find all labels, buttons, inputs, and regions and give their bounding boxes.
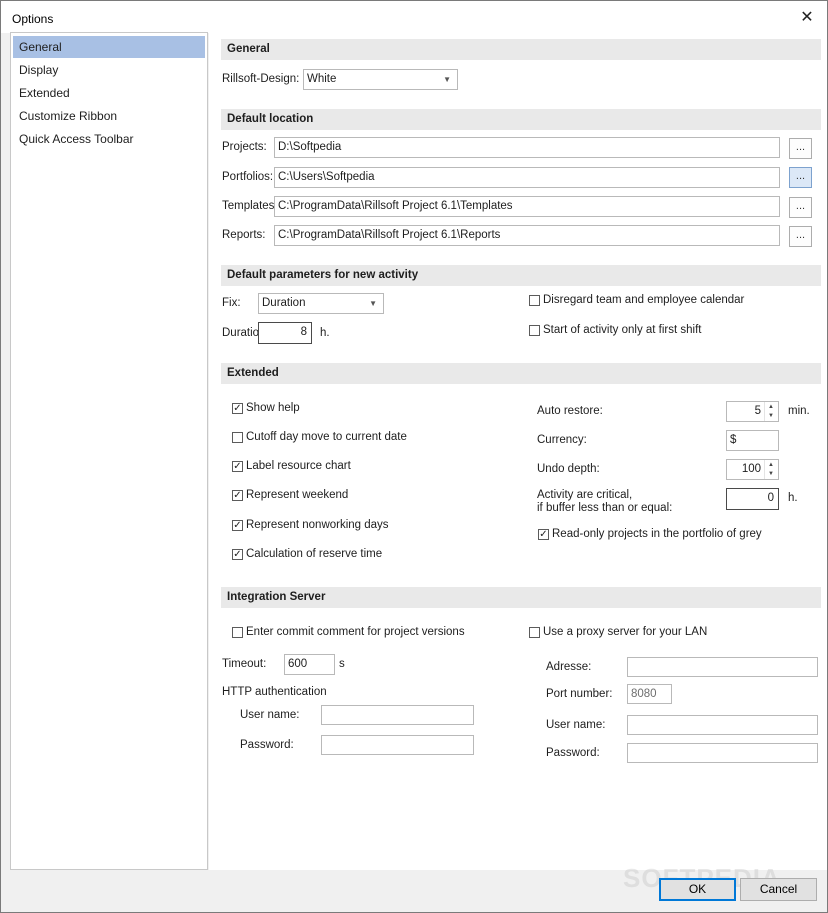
- fix-label: Fix:: [222, 297, 241, 309]
- portfolios-path-field[interactable]: C:\Users\Softpedia: [274, 167, 780, 188]
- critical-buffer-field[interactable]: 0: [726, 488, 779, 510]
- http-password-label: Password:: [240, 739, 294, 751]
- timeout-field[interactable]: 600: [284, 654, 335, 675]
- reports-browse-button[interactable]: ...: [789, 226, 812, 247]
- auto-restore-label: Auto restore:: [537, 405, 603, 417]
- section-extended: Extended: [221, 363, 821, 384]
- nav-item-quick-access-toolbar[interactable]: Quick Access Toolbar: [13, 128, 205, 150]
- stepper-arrows[interactable]: ▲ ▼: [764, 402, 778, 421]
- represent-weekend-label: Represent weekend: [246, 489, 349, 501]
- http-user-field[interactable]: [321, 705, 474, 725]
- currency-field[interactable]: $: [726, 430, 779, 451]
- reports-label: Reports:: [222, 229, 266, 241]
- chevron-down-icon: ▼: [443, 75, 451, 84]
- duration-unit: h.: [320, 327, 330, 339]
- portfolios-label: Portfolios:: [222, 171, 274, 183]
- projects-browse-button[interactable]: ...: [789, 138, 812, 159]
- stepper-arrows[interactable]: ▲ ▼: [764, 460, 778, 479]
- proxy-password-label: Password:: [546, 747, 600, 759]
- spin-up-icon[interactable]: ▲: [768, 404, 774, 410]
- timeout-unit: s: [339, 658, 345, 670]
- category-list: General Display Extended Customize Ribbo…: [10, 32, 208, 870]
- currency-label: Currency:: [537, 434, 587, 446]
- cutoff-day-label: Cutoff day move to current date: [246, 431, 407, 443]
- reports-path-field[interactable]: C:\ProgramData\Rillsoft Project 6.1\Repo…: [274, 225, 780, 246]
- section-default-location: Default location: [221, 109, 821, 130]
- first-shift-checkbox[interactable]: [529, 325, 540, 336]
- critical-label-line2: if buffer less than or equal:: [537, 502, 673, 514]
- cutoff-day-checkbox[interactable]: [232, 432, 243, 443]
- http-auth-label: HTTP authentication: [222, 686, 327, 698]
- design-value: White: [307, 73, 337, 85]
- proxy-checkbox[interactable]: [529, 627, 540, 638]
- options-dialog: Options ✕ General Display Extended Custo…: [0, 0, 828, 913]
- adresse-label: Adresse:: [546, 661, 592, 673]
- represent-nonworking-label: Represent nonworking days: [246, 519, 389, 531]
- label-resource-chart-checkbox[interactable]: ✓: [232, 461, 243, 472]
- timeout-label: Timeout:: [222, 658, 267, 670]
- portfolios-browse-button[interactable]: ...: [789, 167, 812, 188]
- window-title: Options: [12, 12, 54, 26]
- auto-restore-stepper[interactable]: 5 ▲ ▼: [726, 401, 779, 422]
- projects-label: Projects:: [222, 141, 267, 153]
- commit-comment-label: Enter commit comment for project version…: [246, 626, 465, 638]
- undo-depth-stepper[interactable]: 100 ▲ ▼: [726, 459, 779, 480]
- cancel-button[interactable]: Cancel: [740, 878, 817, 901]
- port-field[interactable]: 8080: [627, 684, 672, 704]
- reserve-time-label: Calculation of reserve time: [246, 548, 383, 560]
- represent-nonworking-checkbox[interactable]: ✓: [232, 520, 243, 531]
- commit-comment-checkbox[interactable]: [232, 627, 243, 638]
- proxy-user-label: User name:: [546, 719, 606, 731]
- nav-item-extended[interactable]: Extended: [13, 82, 205, 104]
- ok-button[interactable]: OK: [659, 878, 736, 901]
- auto-restore-value: 5: [754, 405, 761, 417]
- adresse-field[interactable]: [627, 657, 818, 677]
- proxy-user-field[interactable]: [627, 715, 818, 735]
- proxy-password-field[interactable]: [627, 743, 818, 763]
- fix-dropdown[interactable]: Duration ▼: [258, 293, 384, 314]
- duration-field[interactable]: 8: [258, 322, 312, 344]
- nav-item-general[interactable]: General: [13, 36, 205, 58]
- fix-value: Duration: [262, 297, 306, 309]
- section-integration-server: Integration Server: [221, 587, 821, 608]
- chevron-down-icon: ▼: [369, 299, 377, 308]
- critical-buffer-unit: h.: [788, 492, 798, 504]
- title-bar: Options ✕: [1, 1, 827, 33]
- design-dropdown[interactable]: White ▼: [303, 69, 458, 90]
- readonly-grey-checkbox[interactable]: ✓: [538, 529, 549, 540]
- http-password-field[interactable]: [321, 735, 474, 755]
- close-icon[interactable]: ✕: [793, 7, 821, 29]
- critical-label-line1: Activity are critical,: [537, 489, 633, 501]
- proxy-label: Use a proxy server for your LAN: [543, 626, 708, 638]
- auto-restore-unit: min.: [788, 405, 810, 417]
- undo-depth-value: 100: [741, 463, 761, 475]
- http-user-label: User name:: [240, 709, 300, 721]
- templates-browse-button[interactable]: ...: [789, 197, 812, 218]
- represent-weekend-checkbox[interactable]: ✓: [232, 490, 243, 501]
- spin-down-icon[interactable]: ▼: [768, 471, 774, 477]
- undo-depth-label: Undo depth:: [537, 463, 600, 475]
- nav-item-customize-ribbon[interactable]: Customize Ribbon: [13, 105, 205, 127]
- reserve-time-checkbox[interactable]: ✓: [232, 549, 243, 560]
- section-general: General: [221, 39, 821, 60]
- port-label: Port number:: [546, 688, 613, 700]
- spin-down-icon[interactable]: ▼: [768, 413, 774, 419]
- readonly-grey-label: Read-only projects in the portfolio of g…: [552, 528, 762, 540]
- disregard-calendar-label: Disregard team and employee calendar: [543, 294, 745, 306]
- disregard-calendar-checkbox[interactable]: [529, 295, 540, 306]
- nav-item-display[interactable]: Display: [13, 59, 205, 81]
- templates-label: Templates:: [222, 200, 278, 212]
- design-label: Rillsoft-Design:: [222, 73, 300, 85]
- projects-path-field[interactable]: D:\Softpedia: [274, 137, 780, 158]
- templates-path-field[interactable]: C:\ProgramData\Rillsoft Project 6.1\Temp…: [274, 196, 780, 217]
- section-default-parameters: Default parameters for new activity: [221, 265, 821, 286]
- show-help-label: Show help: [246, 402, 300, 414]
- first-shift-label: Start of activity only at first shift: [543, 324, 702, 336]
- label-resource-chart-label: Label resource chart: [246, 460, 351, 472]
- show-help-checkbox[interactable]: ✓: [232, 403, 243, 414]
- spin-up-icon[interactable]: ▲: [768, 462, 774, 468]
